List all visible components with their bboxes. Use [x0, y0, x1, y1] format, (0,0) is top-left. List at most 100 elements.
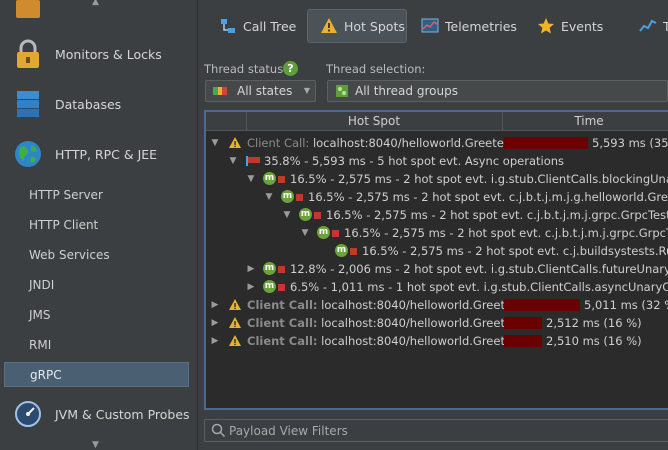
hot-spot-name: localhost:8040/helloworld.Greeter/... [321, 316, 532, 330]
warning-icon [229, 335, 241, 346]
sidebar-subitem-label: HTTP Server [29, 187, 103, 202]
tab-hot-spots[interactable]: Hot Spots [307, 9, 407, 43]
column-header-time[interactable]: Time [502, 112, 668, 131]
hot-spot-name: localhost:8040/helloworld.Greeter/... [312, 136, 524, 150]
hot-spot-text: 16.5% - 2,575 ms - 2 hot spot evt. c.j.b… [308, 190, 668, 204]
sidebar-item-monitors-locks[interactable]: Monitors & Locks [0, 34, 198, 74]
hot-spot-text: Client Call: localhost:8040/helloworld.G… [247, 133, 523, 153]
table-row[interactable]: ▶ Client Call: localhost:8040/helloworld… [206, 331, 668, 351]
help-icon[interactable]: ? [283, 61, 298, 76]
sidebar: ▲ Monitors & Locks Databases HTTP, RPC &… [0, 0, 198, 450]
tab-label: Hot Spots [344, 18, 405, 34]
hot-spot-text: Client Call: localhost:8040/helloworld.G… [247, 331, 532, 351]
tab-call-tree[interactable]: Call Tree [219, 9, 296, 43]
table-row[interactable]: ▼ m 16.5% - 2,575 ms - 2 hot spot evt. c… [206, 205, 668, 225]
sidebar-subitem-label: JNDI [29, 277, 55, 292]
thread-status-dropdown[interactable]: All states ▼ [205, 80, 316, 102]
expand-icon[interactable]: ▶ [246, 259, 256, 279]
table-row[interactable]: ▼ m 16.5% - 2,575 ms - 2 hot spot evt. c… [206, 187, 668, 207]
hot-spot-text: 16.5% - 2,575 ms - 2 hot spot evt. c.j.b… [326, 208, 668, 222]
table-header: Hot Spot Time [206, 112, 668, 131]
sidebar-subitem-jms[interactable]: JMS [4, 302, 189, 327]
table-row[interactable]: ▼ 35.8% - 5,593 ms - 5 hot spot evt. Asy… [206, 151, 668, 171]
hot-marker-icon [296, 194, 303, 201]
collapse-icon[interactable]: ▼ [246, 169, 256, 189]
method-icon: m [281, 190, 294, 203]
sidebar-subitem-label: JMS [29, 307, 51, 322]
sidebar-subitem-http-client[interactable]: HTTP Client [4, 212, 189, 237]
collapse-icon[interactable]: ▼ [210, 133, 220, 153]
time-bar [504, 137, 588, 149]
hot-marker-icon [332, 230, 339, 237]
tab-events[interactable]: Events [537, 9, 603, 43]
method-icon: m [335, 244, 348, 257]
expand-icon[interactable]: ▶ [210, 313, 220, 333]
scroll-up-icon[interactable]: ▲ [92, 0, 99, 7]
thread-selection-label: Thread selection: [326, 62, 426, 76]
client-call-prefix: Client Call: [247, 334, 318, 348]
client-call-prefix: Client Call: [247, 136, 310, 150]
expand-icon[interactable]: ▶ [210, 295, 220, 315]
hot-marker-icon [314, 212, 321, 219]
sidebar-subitem-rmi[interactable]: RMI [4, 332, 189, 357]
thread-group-icon [336, 85, 348, 97]
chevron-down-icon: ▼ [303, 86, 310, 95]
collapse-icon[interactable]: ▼ [300, 223, 310, 243]
collapse-icon[interactable]: ▼ [282, 205, 292, 225]
tab-label: Call Tree [243, 18, 297, 34]
expand-icon[interactable]: ▶ [246, 277, 256, 297]
time-value: 5,593 ms (35 % [592, 136, 668, 150]
method-icon: m [299, 208, 312, 221]
client-call-prefix: Client Call: [247, 316, 318, 330]
hot-spot-name: localhost:8040/helloworld.Greeter/... [321, 298, 532, 312]
table-row[interactable]: m 16.5% - 2,575 ms - 2 hot spot evt. c.j… [206, 241, 668, 261]
warning-icon [229, 317, 241, 328]
tab-telemetries[interactable]: Telemetries [421, 9, 517, 43]
expand-icon[interactable]: ▶ [210, 331, 220, 351]
scroll-down-icon[interactable]: ▼ [92, 440, 99, 450]
sidebar-subitem-jndi[interactable]: JNDI [4, 272, 189, 297]
warning-icon [229, 137, 241, 148]
sidebar-subitem-label: Web Services [29, 247, 110, 262]
method-icon: m [263, 172, 276, 185]
table-row[interactable]: ▶ m 12.8% - 2,006 ms - 2 hot spot evt. i… [206, 259, 668, 279]
payload-view-filters-input[interactable]: Payload View Filters [204, 419, 668, 442]
collapse-icon[interactable]: ▼ [228, 151, 238, 171]
sidebar-item-databases[interactable]: Databases [0, 84, 198, 124]
table-row[interactable]: ▼ m 16.5% - 2,575 ms - 2 hot spot evt. c… [206, 223, 668, 243]
hot-spot-text: 35.8% - 5,593 ms - 5 hot spot evt. Async… [264, 154, 565, 168]
table-row[interactable]: ▼ m 16.5% - 2,575 ms - 2 hot spot evt. i… [206, 169, 668, 189]
sidebar-item-jvm-custom-probes[interactable]: JVM & Custom Probes [0, 394, 198, 434]
sidebar-item-label: JVM & Custom Probes [55, 406, 190, 422]
tab-label: Events [561, 18, 604, 34]
sidebar-subitem-http-server[interactable]: HTTP Server [4, 182, 189, 207]
table-row[interactable]: ▶ Client Call: localhost:8040/helloworld… [206, 313, 668, 333]
time-value: 2,510 ms (16 %) [546, 334, 642, 348]
time-bar [504, 317, 542, 329]
sidebar-subitem-web-services[interactable]: Web Services [4, 242, 189, 267]
tab-label: Tr [663, 18, 668, 34]
collapse-icon[interactable]: ▼ [264, 187, 274, 207]
gauge-icon [15, 401, 41, 427]
time-value: 5,011 ms (32 %) [584, 298, 668, 312]
column-header-hot-spot[interactable]: Hot Spot [246, 112, 502, 131]
hot-spot-text: Client Call: localhost:8040/helloworld.G… [247, 313, 532, 333]
sidebar-item-http-rpc-jee[interactable]: HTTP, RPC & JEE [0, 134, 198, 174]
table-row[interactable]: ▼ Client Call: localhost:8040/helloworld… [206, 133, 668, 153]
table-row[interactable]: ▶ Client Call: localhost:8040/helloworld… [206, 295, 668, 315]
sidebar-item-label: Monitors & Locks [55, 46, 162, 62]
database-icon [17, 91, 39, 117]
time-bar [504, 335, 542, 347]
sidebar-subitem-label: gRPC [30, 367, 62, 382]
method-icon: m [263, 280, 276, 293]
hot-spots-table: Hot Spot Time ▼ Client Call: localhost:8… [204, 110, 668, 410]
hot-spot-text: 16.5% - 2,575 ms - 2 hot spot evt. c.j.b… [362, 244, 668, 258]
time-bar [504, 299, 580, 311]
thread-selection-dropdown[interactable]: All thread groups [327, 80, 668, 102]
tab-tracker[interactable]: Tr [639, 9, 668, 43]
call-tree-icon [221, 19, 235, 33]
hot-spot-text: 12.8% - 2,006 ms - 2 hot spot evt. i.g.s… [290, 262, 668, 276]
table-row[interactable]: ▶ m 6.5% - 1,011 ms - 1 hot spot evt. i.… [206, 277, 668, 297]
sidebar-subitem-grpc[interactable]: gRPC [4, 362, 189, 387]
hot-marker-icon [278, 266, 285, 273]
